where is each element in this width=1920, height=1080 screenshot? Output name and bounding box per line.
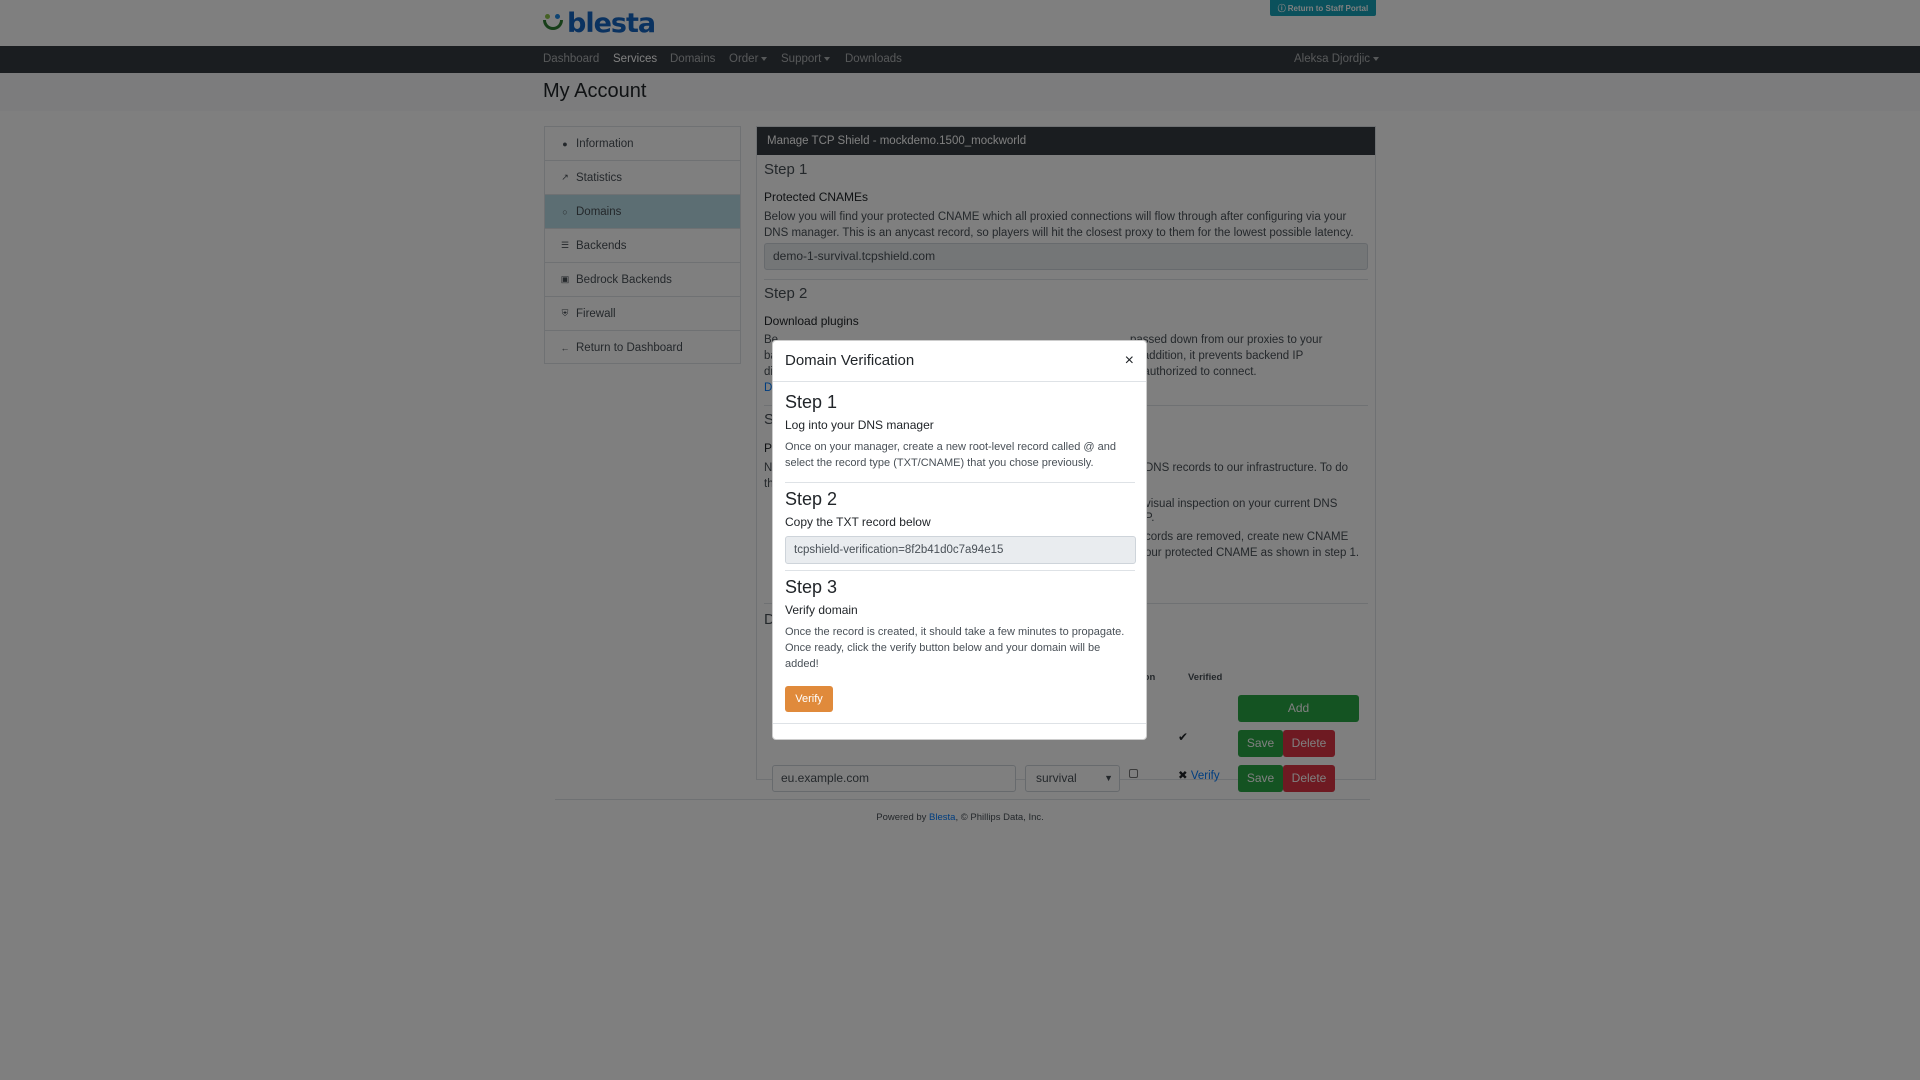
modal-step1-subtitle: Log into your DNS manager bbox=[785, 418, 934, 432]
modal-step1-heading: Step 1 bbox=[785, 392, 838, 412]
verify-button[interactable]: Verify bbox=[785, 686, 833, 712]
modal-step1-text: Once on your manager, create a new root-… bbox=[785, 441, 1116, 469]
modal-step3-subtitle: Verify domain bbox=[785, 603, 858, 617]
txt-record-field[interactable]: tcpshield-verification=8f2b41d0c7a94e15 bbox=[785, 536, 1136, 564]
modal-title: Domain Verification bbox=[785, 352, 915, 369]
modal-step3-heading: Step 3 bbox=[785, 577, 838, 597]
modal-header: Domain Verification × bbox=[773, 341, 1146, 382]
divider bbox=[785, 570, 1135, 571]
modal-step2-subtitle: Copy the TXT record below bbox=[785, 515, 931, 529]
divider bbox=[785, 482, 1135, 483]
domain-verification-modal: Domain Verification × Step 1 Log into yo… bbox=[772, 340, 1147, 740]
modal-footer-divider bbox=[773, 723, 1146, 724]
modal-step3-text: Once the record is created, it should ta… bbox=[785, 626, 1125, 670]
modal-step2-heading: Step 2 bbox=[785, 489, 838, 509]
close-icon[interactable]: × bbox=[1125, 351, 1134, 371]
